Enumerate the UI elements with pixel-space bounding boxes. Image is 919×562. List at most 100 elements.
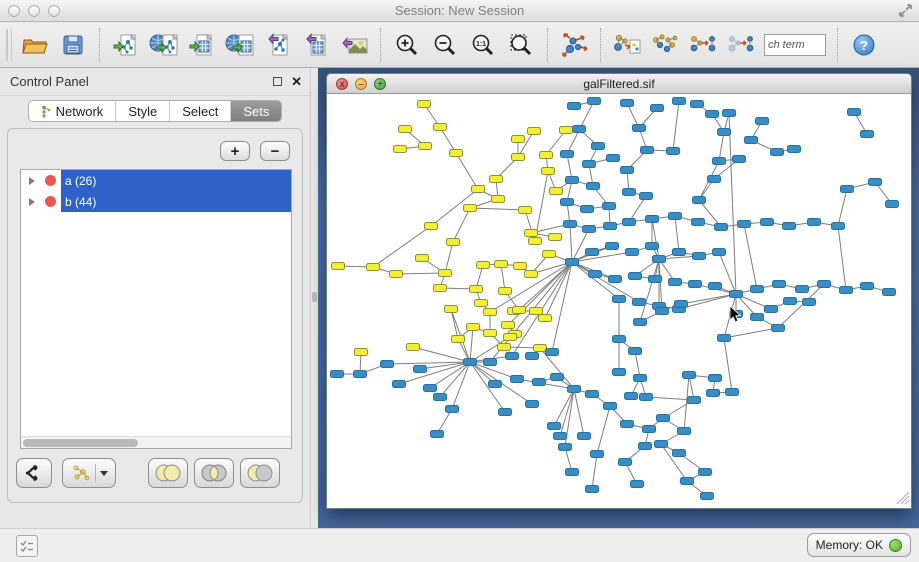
graph-node[interactable]	[886, 201, 899, 208]
graph-node[interactable]	[452, 336, 465, 343]
graph-node[interactable]	[646, 216, 659, 223]
graph-node[interactable]	[613, 296, 626, 303]
graph-node[interactable]	[464, 205, 477, 212]
graph-node[interactable]	[604, 403, 617, 410]
graph-node[interactable]	[586, 249, 599, 256]
graph-node[interactable]	[504, 334, 517, 341]
graph-node[interactable]	[745, 137, 758, 144]
zoom-out-icon[interactable]	[428, 28, 462, 62]
graph-node[interactable]	[355, 349, 368, 356]
graph-node[interactable]	[625, 393, 638, 400]
chevron-down-icon[interactable]	[100, 471, 108, 476]
list-item[interactable]: a (26)	[21, 170, 291, 191]
graph-node[interactable]	[439, 270, 452, 277]
graph-node[interactable]	[573, 126, 586, 133]
graph-node[interactable]	[498, 344, 511, 351]
graph-node[interactable]	[667, 148, 680, 155]
graph-node[interactable]	[446, 406, 459, 413]
graph-node[interactable]	[832, 223, 845, 230]
graph-node[interactable]	[730, 291, 743, 298]
graph-node[interactable]	[619, 459, 632, 466]
graph-node[interactable]	[883, 289, 896, 296]
graph-node[interactable]	[701, 493, 714, 500]
graph-node[interactable]	[761, 219, 774, 226]
graph-node[interactable]	[484, 359, 497, 366]
graph-node[interactable]	[431, 431, 444, 438]
graph-node[interactable]	[566, 259, 579, 266]
graph-node[interactable]	[609, 276, 622, 283]
union-networks-icon[interactable]	[648, 28, 682, 62]
graph-node[interactable]	[418, 101, 431, 108]
graph-node[interactable]	[869, 179, 882, 186]
graph-node[interactable]	[675, 301, 688, 308]
remove-set-button[interactable]: −	[260, 141, 290, 161]
graph-node[interactable]	[424, 385, 437, 392]
graph-node[interactable]	[548, 423, 561, 430]
tab-sets[interactable]: Sets	[231, 101, 281, 121]
graph-node[interactable]	[861, 283, 874, 290]
graph-node[interactable]	[783, 223, 796, 230]
graph-node[interactable]	[621, 167, 634, 174]
graph-node[interactable]	[581, 206, 594, 213]
graph-node[interactable]	[655, 441, 668, 448]
graph-node[interactable]	[464, 359, 477, 366]
graph-node[interactable]	[528, 128, 541, 135]
graph-node[interactable]	[613, 369, 626, 376]
graph-node[interactable]	[419, 143, 432, 150]
network-graph[interactable]	[327, 94, 911, 508]
graph-node[interactable]	[751, 314, 764, 321]
copy-network-icon[interactable]	[610, 28, 644, 62]
graph-node[interactable]	[434, 285, 447, 292]
task-status-icon[interactable]	[16, 535, 38, 557]
graph-node[interactable]	[861, 131, 874, 138]
graph-node[interactable]	[566, 469, 579, 476]
graph-node[interactable]	[772, 325, 785, 332]
graph-node[interactable]	[529, 238, 542, 245]
graph-node[interactable]	[691, 101, 704, 108]
graph-node[interactable]	[354, 371, 367, 378]
graph-node[interactable]	[550, 188, 563, 195]
graph-node[interactable]	[693, 197, 706, 204]
graph-node[interactable]	[560, 127, 573, 134]
graph-node[interactable]	[633, 125, 646, 132]
graph-node[interactable]	[484, 309, 497, 316]
export-image-icon[interactable]	[337, 28, 371, 62]
graph-node[interactable]	[765, 306, 778, 313]
graph-node[interactable]	[399, 126, 412, 133]
graph-node[interactable]	[540, 152, 553, 159]
graph-node[interactable]	[818, 281, 831, 288]
graph-node[interactable]	[656, 308, 669, 315]
graph-node[interactable]	[808, 219, 821, 226]
close-network-window-button[interactable]: x	[336, 78, 348, 90]
graph-node[interactable]	[434, 124, 447, 131]
graph-node[interactable]	[641, 147, 654, 154]
graph-node[interactable]	[559, 444, 572, 451]
graph-node[interactable]	[512, 136, 525, 143]
graph-node[interactable]	[526, 353, 539, 360]
graph-node[interactable]	[709, 283, 722, 290]
graph-node[interactable]	[551, 374, 564, 381]
graph-node[interactable]	[771, 149, 784, 156]
graph-node[interactable]	[796, 286, 809, 293]
venn-union-button[interactable]	[148, 458, 188, 488]
graph-node[interactable]	[519, 207, 532, 214]
graph-node[interactable]	[629, 348, 642, 355]
graph-node[interactable]	[606, 243, 619, 250]
graph-node[interactable]	[643, 426, 656, 433]
graph-node[interactable]	[751, 286, 764, 293]
graph-node[interactable]	[502, 322, 515, 329]
graph-node[interactable]	[683, 372, 696, 379]
graph-node[interactable]	[416, 255, 429, 262]
open-session-icon[interactable]	[18, 28, 52, 62]
network-window-titlebar[interactable]: x – + galFiltered.sif	[327, 74, 911, 94]
minimize-network-window-button[interactable]: –	[355, 78, 367, 90]
graph-node[interactable]	[681, 478, 694, 485]
panel-splitter[interactable]	[310, 68, 318, 528]
graph-node[interactable]	[651, 105, 664, 112]
close-panel-icon[interactable]: ✕	[291, 77, 302, 86]
graph-node[interactable]	[525, 271, 538, 278]
graph-node[interactable]	[718, 129, 731, 136]
graph-node[interactable]	[490, 176, 503, 183]
graph-node[interactable]	[367, 264, 380, 271]
fullscreen-icon[interactable]	[898, 3, 913, 18]
